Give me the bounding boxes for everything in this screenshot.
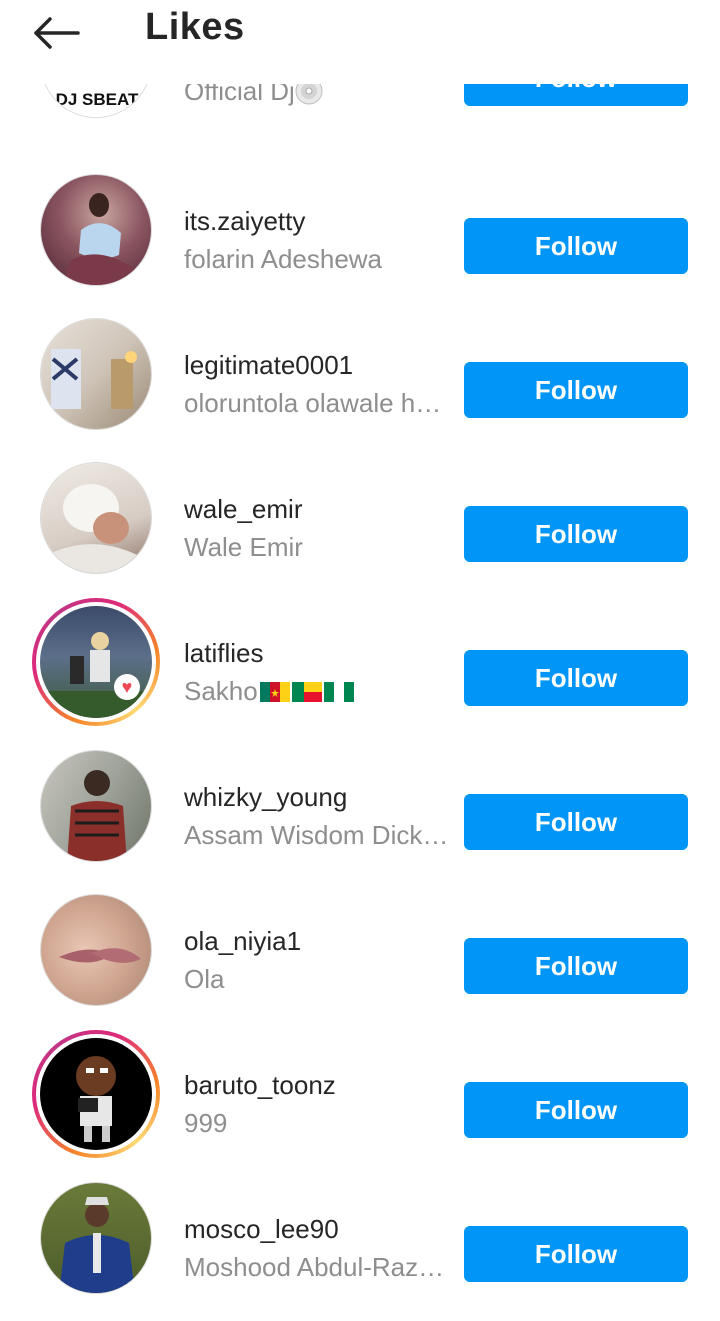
avatar-photo — [51, 484, 143, 573]
avatar[interactable] — [40, 174, 152, 286]
list-item[interactable]: mosco_lee90 Moshood Abdul-Raz… Follow — [0, 1168, 720, 1312]
full-name: Ola — [184, 964, 225, 994]
full-name: Wale Emir — [184, 532, 303, 562]
follow-button[interactable]: Follow — [464, 218, 688, 274]
list-item[interactable]: its.zaiyetty folarin Adeshewa Follow — [0, 160, 720, 304]
avatar[interactable] — [40, 462, 152, 574]
list-item[interactable]: baruto_toonz 999 Follow — [0, 1024, 720, 1168]
username[interactable]: whizky_young — [184, 782, 460, 813]
full-name: Assam Wisdom Dick… — [184, 820, 449, 850]
username[interactable]: legitimate0001 — [184, 350, 460, 381]
avatar[interactable] — [40, 318, 152, 430]
flag-cameroon-icon — [259, 682, 290, 702]
avatar-photo — [61, 193, 136, 285]
header-bar: Likes — [0, 0, 720, 84]
likes-list: DJ SBEAT Official Dj Follow its.zaiyetty… — [0, 0, 720, 1321]
avatar-photo — [59, 1197, 135, 1293]
follow-button[interactable]: Follow — [464, 1226, 688, 1282]
list-item[interactable]: ola_niyia1 Ola Follow — [0, 880, 720, 1024]
follow-button[interactable]: Follow — [464, 1082, 688, 1138]
heart-icon: ♥ — [114, 674, 140, 700]
full-name: oloruntola olawale h… — [184, 388, 442, 418]
follow-button[interactable]: Follow — [464, 506, 688, 562]
flag-nigeria-icon — [323, 682, 354, 702]
avatar[interactable]: ♥ — [32, 598, 160, 726]
follow-button[interactable]: Follow — [464, 362, 688, 418]
username[interactable]: ola_niyia1 — [184, 926, 460, 957]
username[interactable]: wale_emir — [184, 494, 460, 525]
arrow-left-icon — [34, 17, 80, 49]
avatar[interactable] — [40, 894, 152, 1006]
list-item[interactable]: wale_emir Wale Emir Follow — [0, 448, 720, 592]
avatar[interactable] — [32, 1030, 160, 1158]
avatar[interactable] — [40, 750, 152, 862]
follow-button[interactable]: Follow — [464, 938, 688, 994]
avatar[interactable] — [40, 1182, 152, 1294]
avatar-photo — [40, 632, 152, 718]
username[interactable]: latiflies — [184, 638, 460, 669]
full-name: folarin Adeshewa — [184, 244, 383, 274]
svg-text:DJ SBEAT: DJ SBEAT — [56, 90, 139, 109]
full-name: 999 — [184, 1108, 228, 1138]
username[interactable]: mosco_lee90 — [184, 1214, 460, 1245]
list-item[interactable]: legitimate0001 oloruntola olawale h… Fol… — [0, 304, 720, 448]
avatar-photo — [67, 770, 127, 861]
full-name: Moshood Abdul-Raz… — [184, 1252, 445, 1282]
username[interactable]: its.zaiyetty — [184, 206, 460, 237]
list-item[interactable]: whizky_young Assam Wisdom Dick… Follow — [0, 736, 720, 880]
avatar-photo — [51, 349, 137, 409]
full-name: Sakho — [184, 676, 460, 707]
back-button[interactable] — [26, 8, 86, 58]
list-item[interactable]: ♥ latiflies Sakho Follow — [0, 592, 720, 736]
avatar-photo — [59, 948, 141, 963]
follow-button[interactable]: Follow — [464, 794, 688, 850]
page-title: Likes — [145, 6, 245, 48]
flag-benin-icon — [291, 682, 322, 702]
username[interactable]: baruto_toonz — [184, 1070, 460, 1101]
follow-button[interactable]: Follow — [464, 650, 688, 706]
avatar-photo — [76, 1056, 116, 1142]
